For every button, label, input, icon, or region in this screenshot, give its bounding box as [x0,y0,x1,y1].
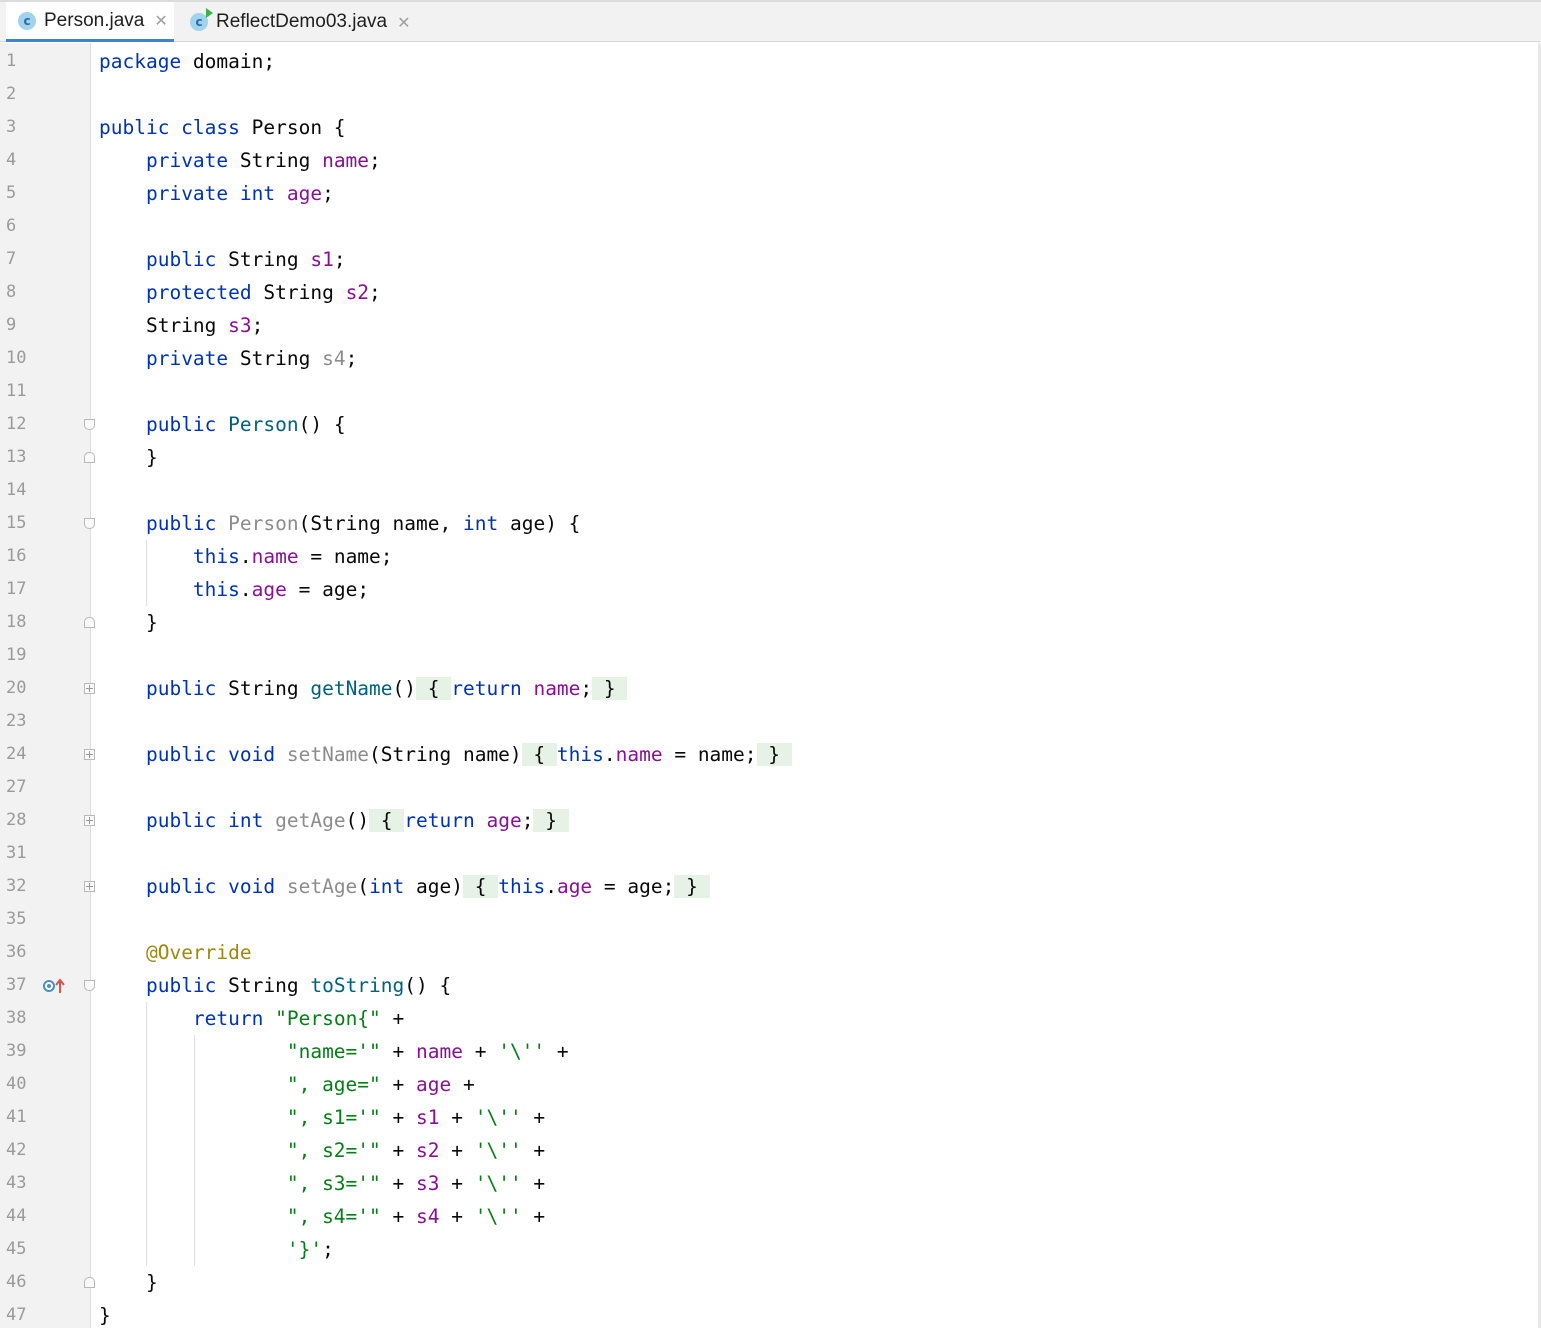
line-number: 20 [6,678,27,698]
indent-guide [146,1002,147,1266]
tab-label: ReflectDemo03.java [216,11,388,32]
line-number: 6 [6,216,17,236]
line-number: 35 [6,909,27,929]
collapse-fold-icon[interactable] [84,518,95,529]
code-line[interactable]: '}'; [99,1233,334,1266]
code-line[interactable]: @Override [99,936,252,969]
code-line[interactable]: protected String s2; [99,276,381,309]
line-number: 14 [6,480,27,500]
line-number: 43 [6,1173,27,1193]
code-line[interactable]: ", age=" + age + [99,1068,475,1101]
line-number: 17 [6,579,27,599]
line-number: 13 [6,447,27,467]
line-number: 8 [6,282,17,302]
override-method-icon[interactable] [42,978,66,994]
code-line[interactable]: public Person() { [99,408,346,441]
expand-fold-icon[interactable] [84,749,95,760]
code-line[interactable]: } [99,606,158,639]
expand-fold-icon[interactable] [84,881,95,892]
expand-fold-icon[interactable] [84,683,95,694]
line-number: 18 [6,612,27,632]
code-line[interactable]: "name='" + name + '\'' + [99,1035,569,1068]
java-class-icon: c [18,11,36,30]
editor-tab-bar: c Person.java ✕ c ReflectDemo03.java ✕ [0,0,1541,42]
line-number: 16 [6,546,27,566]
line-number: 19 [6,645,27,665]
line-number: 23 [6,711,27,731]
line-number: 11 [6,381,27,401]
code-line[interactable]: package domain; [99,45,275,78]
line-number: 47 [6,1305,27,1325]
tab-person-java[interactable]: c Person.java ✕ [6,2,174,42]
line-number: 32 [6,876,27,896]
line-number: 37 [6,975,27,995]
code-line[interactable]: ", s4='" + s4 + '\'' + [99,1200,545,1233]
code-line[interactable]: public Person(String name, int age) { [99,507,580,540]
code-line[interactable]: public void setAge(int age) { this.age =… [99,870,710,903]
code-line[interactable]: ", s1='" + s1 + '\'' + [99,1101,545,1134]
line-number: 9 [6,315,17,335]
line-number: 1 [6,51,17,71]
line-number: 36 [6,942,27,962]
line-number: 3 [6,117,17,137]
code-line[interactable]: this.name = name; [99,540,393,573]
line-number: 24 [6,744,27,764]
line-number: 27 [6,777,27,797]
line-number: 2 [6,84,17,104]
line-number: 46 [6,1272,27,1292]
line-number: 12 [6,414,27,434]
code-line[interactable]: public String getName() { return name; } [99,672,628,705]
code-line[interactable]: String s3; [99,309,263,342]
code-line[interactable]: private String name; [99,144,381,177]
expand-fold-icon[interactable] [84,815,95,826]
collapse-fold-icon[interactable] [84,980,95,991]
java-runnable-class-icon: c [190,8,213,31]
line-number: 10 [6,348,27,368]
line-number: 38 [6,1008,27,1028]
line-number: 39 [6,1041,27,1061]
line-number: 40 [6,1074,27,1094]
code-line[interactable]: public int getAge() { return age; } [99,804,569,837]
indent-guide [146,540,147,606]
collapse-fold-icon[interactable] [84,617,95,628]
code-line[interactable]: public void setName(String name) { this.… [99,738,792,771]
tab-label: Person.java [44,9,145,31]
line-number: 31 [6,843,27,863]
code-line[interactable]: public class Person { [99,111,346,144]
code-line[interactable]: } [99,441,158,474]
line-number: 4 [6,150,17,170]
code-line[interactable]: private int age; [99,177,334,210]
tab-reflectdemo03-java[interactable]: c ReflectDemo03.java ✕ [186,2,416,42]
line-number: 41 [6,1107,27,1127]
code-line[interactable]: public String toString() { [99,969,451,1002]
code-line[interactable]: ", s2='" + s2 + '\'' + [99,1134,545,1167]
line-number: 44 [6,1206,27,1226]
line-number: 15 [6,513,27,533]
code-line[interactable]: } [99,1299,111,1332]
line-number: 28 [6,810,27,830]
line-number: 42 [6,1140,27,1160]
close-icon[interactable]: ✕ [154,11,167,30]
line-number: 7 [6,249,17,269]
code-line[interactable]: this.age = age; [99,573,369,606]
line-number: 5 [6,183,17,203]
collapse-fold-icon[interactable] [84,419,95,430]
code-line[interactable]: private String s4; [99,342,357,375]
indent-guide [194,1035,195,1266]
collapse-fold-icon[interactable] [84,452,95,463]
collapse-fold-icon[interactable] [84,1277,95,1288]
line-number: 45 [6,1239,27,1259]
run-indicator-icon [206,8,213,18]
code-line[interactable]: ", s3='" + s3 + '\'' + [99,1167,545,1200]
code-line[interactable]: public String s1; [99,243,346,276]
close-icon[interactable]: ✕ [397,13,410,32]
code-line[interactable]: return "Person{" + [99,1002,404,1035]
code-line[interactable]: } [99,1266,158,1299]
